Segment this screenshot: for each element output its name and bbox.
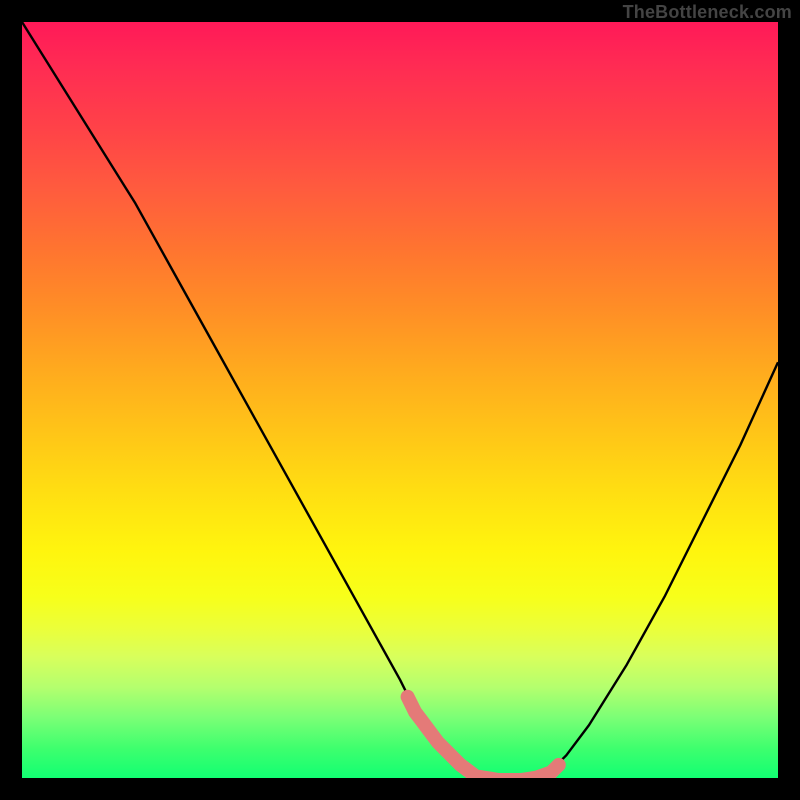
plot-area [22,22,778,778]
attribution-text: TheBottleneck.com [623,2,792,23]
curve-layer [22,22,778,778]
bottleneck-curve [22,22,778,778]
optimal-band [408,697,559,778]
chart-stage: TheBottleneck.com [0,0,800,800]
